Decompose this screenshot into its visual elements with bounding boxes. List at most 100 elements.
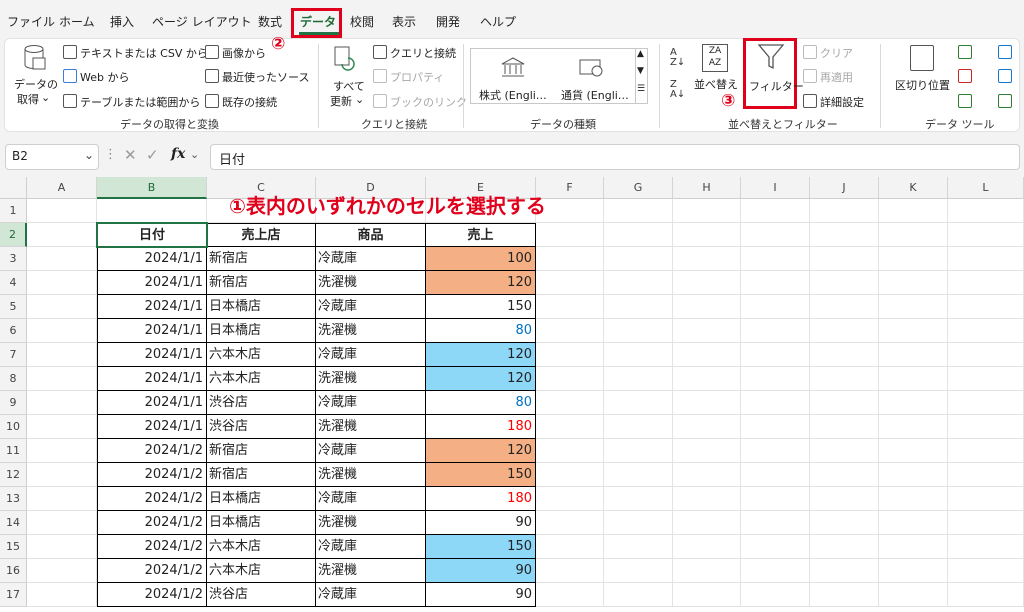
cell-H13[interactable]: [673, 487, 741, 511]
table-cell-product[interactable]: 洗濯機: [316, 463, 426, 487]
row-header-13[interactable]: 13: [0, 487, 27, 511]
cell-G3[interactable]: [604, 247, 673, 271]
row-header-16[interactable]: 16: [0, 559, 27, 583]
cell-F16[interactable]: [536, 559, 604, 583]
cell-K14[interactable]: [879, 511, 948, 535]
cell-A3[interactable]: [27, 247, 97, 271]
cell-J15[interactable]: [810, 535, 879, 559]
cell-F14[interactable]: [536, 511, 604, 535]
cell-F7[interactable]: [536, 343, 604, 367]
table-cell-store[interactable]: 日本橋店: [207, 319, 316, 343]
cell-A14[interactable]: [27, 511, 97, 535]
cell-G5[interactable]: [604, 295, 673, 319]
cell-G8[interactable]: [604, 367, 673, 391]
cell-K5[interactable]: [879, 295, 948, 319]
table-cell-date[interactable]: 2024/1/2: [97, 511, 207, 535]
cell-K7[interactable]: [879, 343, 948, 367]
cell-H7[interactable]: [673, 343, 741, 367]
cell-A15[interactable]: [27, 535, 97, 559]
table-cell-store[interactable]: 新宿店: [207, 463, 316, 487]
cell-F5[interactable]: [536, 295, 604, 319]
table-header-sales[interactable]: 売上: [426, 223, 536, 247]
table-cell-date[interactable]: 2024/1/1: [97, 271, 207, 295]
cell-H4[interactable]: [673, 271, 741, 295]
cell-F2[interactable]: [536, 223, 604, 247]
table-header-store[interactable]: 売上店: [207, 223, 316, 247]
cancel-icon[interactable]: ✕: [124, 146, 137, 164]
enter-check-icon[interactable]: ✓: [146, 146, 159, 164]
cell-J4[interactable]: [810, 271, 879, 295]
table-cell-product[interactable]: 冷蔵庫: [316, 343, 426, 367]
table-cell-date[interactable]: 2024/1/2: [97, 535, 207, 559]
table-cell-date[interactable]: 2024/1/1: [97, 319, 207, 343]
cell-A12[interactable]: [27, 463, 97, 487]
cell-I5[interactable]: [741, 295, 810, 319]
cell-J14[interactable]: [810, 511, 879, 535]
cell-L16[interactable]: [948, 559, 1024, 583]
table-cell-sales[interactable]: 90: [426, 559, 536, 583]
table-cell-product[interactable]: 冷蔵庫: [316, 535, 426, 559]
row-header-10[interactable]: 10: [0, 415, 27, 439]
row-header-4[interactable]: 4: [0, 271, 27, 295]
cell-A5[interactable]: [27, 295, 97, 319]
cell-J7[interactable]: [810, 343, 879, 367]
table-cell-date[interactable]: 2024/1/2: [97, 583, 207, 607]
cell-F12[interactable]: [536, 463, 604, 487]
cell-G6[interactable]: [604, 319, 673, 343]
cell-K1[interactable]: [879, 199, 948, 223]
column-header-B[interactable]: B: [97, 177, 207, 199]
table-cell-date[interactable]: 2024/1/2: [97, 439, 207, 463]
cell-G7[interactable]: [604, 343, 673, 367]
cell-G9[interactable]: [604, 391, 673, 415]
table-cell-product[interactable]: 洗濯機: [316, 271, 426, 295]
cell-H17[interactable]: [673, 583, 741, 607]
cell-L10[interactable]: [948, 415, 1024, 439]
table-cell-store[interactable]: 新宿店: [207, 247, 316, 271]
cell-I4[interactable]: [741, 271, 810, 295]
cell-I11[interactable]: [741, 439, 810, 463]
table-cell-sales[interactable]: 90: [426, 583, 536, 607]
table-cell-sales[interactable]: 120: [426, 439, 536, 463]
cell-K4[interactable]: [879, 271, 948, 295]
cell-G13[interactable]: [604, 487, 673, 511]
table-cell-store[interactable]: 日本橋店: [207, 295, 316, 319]
cell-A2[interactable]: [27, 223, 97, 247]
table-header-product[interactable]: 商品: [316, 223, 426, 247]
existing-connections-button[interactable]: 既存の接続: [222, 94, 277, 110]
column-header-F[interactable]: F: [536, 177, 604, 199]
table-cell-product[interactable]: 冷蔵庫: [316, 391, 426, 415]
row-header-3[interactable]: 3: [0, 247, 27, 271]
cell-J11[interactable]: [810, 439, 879, 463]
cell-J13[interactable]: [810, 487, 879, 511]
cell-K12[interactable]: [879, 463, 948, 487]
currencies-datatype[interactable]: 通貨 (Engli…: [561, 87, 629, 103]
cell-A7[interactable]: [27, 343, 97, 367]
cell-K8[interactable]: [879, 367, 948, 391]
data-validation-icon[interactable]: [958, 94, 972, 108]
cell-I6[interactable]: [741, 319, 810, 343]
cell-H12[interactable]: [673, 463, 741, 487]
row-header-9[interactable]: 9: [0, 391, 27, 415]
table-cell-sales[interactable]: 120: [426, 367, 536, 391]
table-cell-date[interactable]: 2024/1/1: [97, 391, 207, 415]
cell-K10[interactable]: [879, 415, 948, 439]
workbook-links-button[interactable]: ブックのリンク: [390, 94, 467, 110]
table-cell-product[interactable]: 冷蔵庫: [316, 295, 426, 319]
table-cell-store[interactable]: 新宿店: [207, 271, 316, 295]
from-web-button[interactable]: Web から: [80, 69, 129, 85]
table-cell-sales[interactable]: 180: [426, 415, 536, 439]
cell-A16[interactable]: [27, 559, 97, 583]
cell-A4[interactable]: [27, 271, 97, 295]
table-cell-date[interactable]: 2024/1/1: [97, 295, 207, 319]
table-cell-sales[interactable]: 120: [426, 343, 536, 367]
cell-G11[interactable]: [604, 439, 673, 463]
cell-L8[interactable]: [948, 367, 1024, 391]
cell-L15[interactable]: [948, 535, 1024, 559]
cell-H8[interactable]: [673, 367, 741, 391]
stocks-datatype[interactable]: 株式 (Engli…: [479, 87, 547, 103]
table-cell-product[interactable]: 洗濯機: [316, 511, 426, 535]
cell-F15[interactable]: [536, 535, 604, 559]
column-header-J[interactable]: J: [810, 177, 879, 199]
table-cell-date[interactable]: 2024/1/2: [97, 463, 207, 487]
cell-H16[interactable]: [673, 559, 741, 583]
